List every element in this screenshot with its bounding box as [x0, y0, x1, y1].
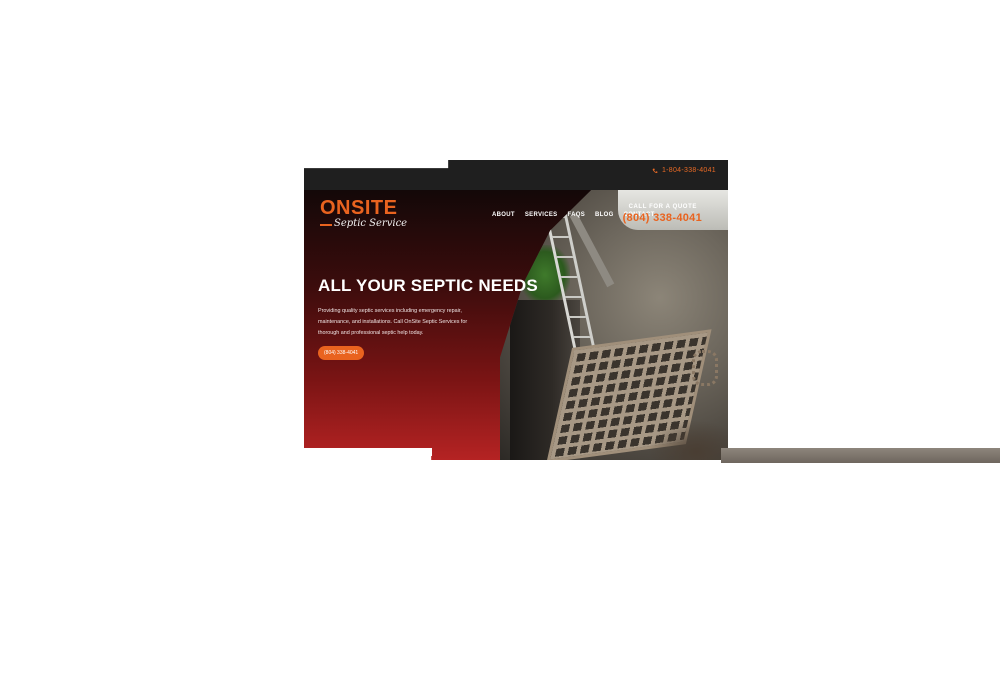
phone-icon [652, 168, 658, 173]
top-bar-phone-text: 1-804-338-4041 [661, 167, 716, 174]
stage: 1-804-338-4041 ONSITE Septic Service ABO… [0, 0, 1000, 695]
chain [692, 350, 718, 386]
logo-dash [320, 224, 332, 226]
hero-headline: ALL YOUR SEPTIC NEEDS [318, 276, 538, 295]
logo-main-text: ONSITE [320, 197, 398, 219]
hero-call-button[interactable]: (804) 338-4041 [318, 346, 365, 360]
mockup-base-left [304, 448, 432, 456]
dirt-pile [648, 420, 728, 460]
nav-blog[interactable]: BLOG [595, 212, 614, 218]
top-bar: 1-804-338-4041 [304, 160, 728, 190]
nav-services[interactable]: SERVICES [525, 212, 558, 218]
quote-cta[interactable]: CALL FOR A QUOTE (804) 338-4041 [623, 204, 702, 224]
nav-about[interactable]: ABOUT [492, 212, 515, 218]
top-bar-phone[interactable]: 1-804-338-4041 [652, 167, 716, 174]
logo-sub-text: Septic Service [320, 218, 420, 229]
mockup-shadow-strip [721, 448, 1000, 463]
nav-faqs[interactable]: FAQS [567, 212, 585, 218]
website-mockup: 1-804-338-4041 ONSITE Septic Service ABO… [304, 160, 728, 460]
quote-cta-label: CALL FOR A QUOTE [628, 204, 697, 210]
quote-cta-phone[interactable]: (804) 338-4041 [623, 212, 702, 224]
site-logo[interactable]: ONSITE Septic Service [320, 198, 420, 229]
hero-blurb: Providing quality septic services includ… [318, 308, 468, 336]
logo-sub-label: Septic Service [334, 218, 408, 229]
